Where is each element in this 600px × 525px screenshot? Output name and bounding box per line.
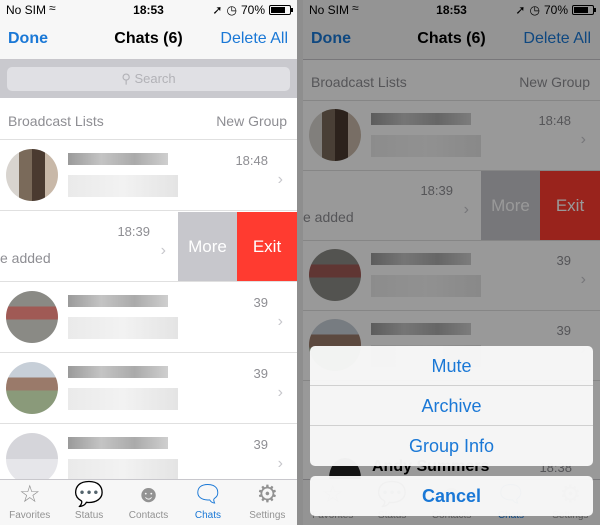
done-button[interactable]: Done bbox=[8, 30, 48, 48]
phone-screen-right: No SIM ≈ 18:53 ➚ ◷ 70% Done Chats (6) De… bbox=[303, 0, 600, 525]
tab-label: Favorites bbox=[9, 510, 51, 521]
gear-icon: ⚙ bbox=[256, 481, 279, 508]
tab-status[interactable]: 💬 Status bbox=[59, 480, 118, 525]
exit-button[interactable]: Exit bbox=[237, 212, 297, 281]
avatar bbox=[6, 433, 58, 485]
list-actions-row: Broadcast Lists New Group bbox=[0, 100, 297, 140]
chat-time: 18:39 bbox=[117, 224, 150, 239]
avatar bbox=[6, 149, 58, 201]
battery-icon bbox=[269, 5, 293, 15]
battery-percent: 70% bbox=[240, 3, 265, 17]
search-bar: ⚲ Search bbox=[0, 60, 297, 98]
chats-icon: 🗨 bbox=[192, 481, 224, 508]
tab-chats[interactable]: 🗨 Chats bbox=[178, 480, 237, 525]
status-bar: No SIM ≈ 18:53 ➚ ◷ 70% bbox=[0, 0, 297, 20]
speech-bubble-icon: 💬 bbox=[74, 481, 105, 508]
chevron-right-icon: › bbox=[277, 455, 283, 472]
search-input[interactable]: ⚲ Search bbox=[7, 67, 290, 91]
chevron-right-icon: › bbox=[277, 384, 283, 401]
delete-all-button[interactable]: Delete All bbox=[220, 30, 288, 48]
chat-time: 39 bbox=[253, 366, 268, 381]
chat-row-swiped[interactable]: e added 18:39 › More Exit bbox=[0, 212, 297, 282]
tab-label: Status bbox=[74, 510, 104, 521]
chat-time: 18:48 bbox=[235, 153, 268, 168]
chat-preview: e added bbox=[0, 250, 51, 266]
broadcast-lists-link[interactable]: Broadcast Lists bbox=[8, 113, 104, 129]
group-info-option[interactable]: Group Info bbox=[310, 426, 593, 466]
person-icon: ☻ bbox=[135, 481, 162, 508]
chevron-right-icon: › bbox=[277, 313, 283, 330]
search-placeholder: Search bbox=[134, 71, 176, 86]
chevron-right-icon: › bbox=[160, 242, 166, 259]
action-sheet: Mute Archive Group Info bbox=[310, 346, 593, 466]
action-sheet-options: Mute Archive Group Info bbox=[310, 346, 593, 466]
tab-favorites[interactable]: ☆ Favorites bbox=[0, 480, 59, 525]
tab-label: Chats bbox=[194, 510, 221, 521]
tab-settings[interactable]: ⚙ Settings bbox=[238, 480, 297, 525]
chat-time: 39 bbox=[253, 295, 268, 310]
cancel-button[interactable]: Cancel bbox=[310, 476, 593, 516]
avatar bbox=[6, 362, 58, 414]
chat-name-blurred bbox=[68, 153, 168, 165]
chat-row[interactable]: 39 › bbox=[0, 354, 297, 424]
chat-name-blurred bbox=[68, 437, 168, 449]
mute-option[interactable]: Mute bbox=[310, 346, 593, 386]
tab-label: Settings bbox=[249, 510, 286, 521]
chat-name-blurred bbox=[68, 295, 168, 307]
search-icon: ⚲ bbox=[121, 71, 131, 86]
more-button[interactable]: More bbox=[178, 212, 237, 281]
tab-bar: ☆ Favorites 💬 Status ☻ Contacts 🗨 Chats … bbox=[0, 479, 297, 525]
chat-preview-blurred bbox=[68, 459, 178, 481]
action-sheet-cancel-group: Cancel bbox=[310, 468, 593, 516]
location-arrow-icon: ➚ bbox=[212, 3, 223, 17]
swiped-chat-content: e added 18:39 › bbox=[0, 212, 178, 281]
chat-row[interactable]: 18:48 › bbox=[0, 141, 297, 211]
nav-bar: Done Chats (6) Delete All bbox=[0, 20, 297, 60]
chat-time: 39 bbox=[253, 437, 268, 452]
chat-preview-blurred bbox=[68, 388, 178, 410]
alarm-icon: ◷ bbox=[226, 3, 237, 17]
star-icon: ☆ bbox=[18, 481, 41, 508]
chat-name-blurred bbox=[68, 366, 168, 378]
phone-screen-left: No SIM ≈ 18:53 ➚ ◷ 70% Done Chats (6) De… bbox=[0, 0, 297, 525]
chat-row[interactable]: 39 › bbox=[0, 283, 297, 353]
new-group-link[interactable]: New Group bbox=[216, 113, 287, 129]
tab-contacts[interactable]: ☻ Contacts bbox=[119, 480, 178, 525]
chat-preview-blurred bbox=[68, 317, 178, 339]
avatar bbox=[6, 291, 58, 343]
archive-option[interactable]: Archive bbox=[310, 386, 593, 426]
chevron-right-icon: › bbox=[277, 171, 283, 188]
chat-preview-blurred bbox=[68, 175, 178, 197]
tab-label: Contacts bbox=[128, 510, 169, 521]
